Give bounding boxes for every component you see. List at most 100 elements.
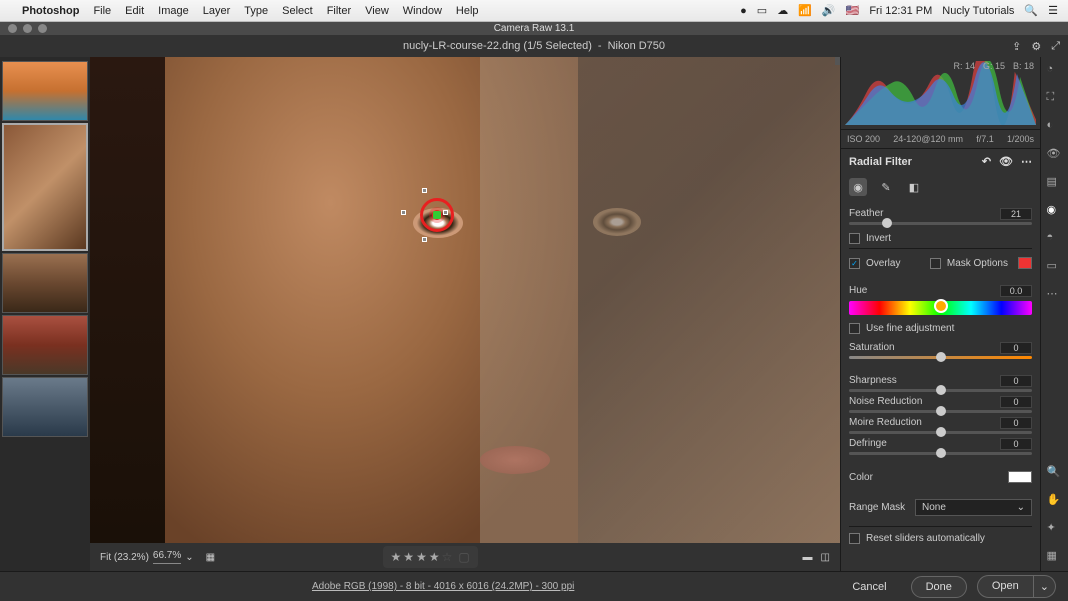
defringe-slider[interactable]: Defringe	[849, 438, 1032, 455]
mask-color-swatch[interactable]	[1018, 257, 1032, 269]
radial-tool-icon[interactable]: ◉	[849, 178, 867, 196]
more-tools-icon[interactable]: ⋯	[1047, 287, 1063, 303]
fine-adj-checkbox[interactable]	[849, 323, 860, 334]
menu-image[interactable]: Image	[158, 5, 189, 17]
menu-type[interactable]: Type	[244, 5, 268, 17]
thumb-4[interactable]	[2, 315, 88, 375]
app-name[interactable]: Photoshop	[22, 5, 79, 17]
moire-value[interactable]	[1000, 417, 1032, 429]
volume-icon[interactable]: 🔊	[822, 4, 836, 17]
edit-panel-icon[interactable]: ◔	[1047, 63, 1063, 79]
linear-gradient-icon[interactable]: ▤	[1047, 175, 1063, 191]
sampler-icon[interactable]: ✦	[1047, 521, 1063, 537]
crop-tool-icon[interactable]: ⛶	[1047, 91, 1063, 107]
grid-tool-icon[interactable]: ▦	[1047, 549, 1063, 565]
menu-window[interactable]: Window	[403, 5, 442, 17]
saturation-slider[interactable]: Saturation	[849, 342, 1032, 359]
fullscreen-icon[interactable]: ⤢	[1051, 40, 1060, 53]
radial-handle-s[interactable]	[422, 237, 427, 242]
user-name[interactable]: Nucly Tutorials	[942, 5, 1014, 17]
fit-button[interactable]: Fit (23.2%)	[100, 552, 149, 563]
zoom-tool-icon[interactable]: 🔍	[1047, 465, 1063, 481]
wifi-icon[interactable]: 📶	[798, 4, 812, 17]
hue-value[interactable]	[1000, 285, 1032, 297]
presets-icon[interactable]: ▭	[1047, 259, 1063, 275]
gear-icon[interactable]: ⚙	[1031, 40, 1041, 53]
compare-view-icon[interactable]: ◫	[821, 552, 830, 563]
menu-help[interactable]: Help	[456, 5, 479, 17]
upload-icon[interactable]: ⇪	[1012, 40, 1021, 53]
more-icon[interactable]: ⋯	[1021, 155, 1032, 168]
thumb-3[interactable]	[2, 253, 88, 313]
radial-filter-pin[interactable]	[420, 198, 454, 232]
saturation-value[interactable]	[1000, 342, 1032, 354]
brush-tool-icon[interactable]: ✎	[877, 178, 895, 196]
zoom-level[interactable]: 66.7%	[153, 550, 181, 564]
open-dropdown-icon[interactable]: ⌄	[1034, 575, 1056, 598]
feather-value[interactable]	[1000, 208, 1032, 220]
open-button[interactable]: Open	[977, 575, 1034, 598]
star-1[interactable]: ★	[391, 550, 402, 564]
feather-slider[interactable]: Feather	[849, 208, 1032, 225]
menu-view[interactable]: View	[365, 5, 389, 17]
cancel-button[interactable]: Cancel	[838, 577, 900, 597]
grid-icon[interactable]: ▦	[206, 552, 215, 563]
defringe-value[interactable]	[1000, 438, 1032, 450]
exif-shutter: 1/200s	[1007, 134, 1034, 144]
color-label-icon[interactable]: ▢	[458, 550, 469, 564]
star-2[interactable]: ★	[403, 550, 414, 564]
radial-handle-e[interactable]	[443, 210, 448, 215]
sharpness-slider[interactable]: Sharpness	[849, 375, 1032, 392]
hue-slider[interactable]	[849, 301, 1032, 315]
spot-removal-icon[interactable]: ◐	[1047, 119, 1063, 135]
flag-icon[interactable]: 🇺🇸	[846, 4, 860, 17]
done-button[interactable]: Done	[911, 576, 967, 598]
minimize-dot[interactable]	[23, 24, 32, 33]
redeye-icon[interactable]: ◓	[1047, 231, 1063, 247]
overlay-checkbox[interactable]	[849, 258, 860, 269]
menu-filter[interactable]: Filter	[327, 5, 351, 17]
filmstrip[interactable]	[0, 57, 90, 571]
radial-handle-n[interactable]	[422, 188, 427, 193]
eye-tool-icon[interactable]: 👁	[1047, 147, 1063, 163]
cloud-icon[interactable]: ☁	[777, 4, 788, 17]
visibility-icon[interactable]: 👁	[999, 155, 1013, 168]
thumb-5[interactable]	[2, 377, 88, 437]
eraser-tool-icon[interactable]: ◧	[905, 178, 923, 196]
star-5[interactable]: ☆	[442, 550, 453, 564]
close-dot[interactable]	[8, 24, 17, 33]
mask-options-checkbox[interactable]	[930, 258, 941, 269]
spotlight-icon[interactable]: 🔍	[1024, 4, 1038, 17]
sharpness-value[interactable]	[1000, 375, 1032, 387]
reset-sliders-checkbox[interactable]	[849, 533, 860, 544]
undo-icon[interactable]: ↶	[982, 155, 991, 168]
single-view-icon[interactable]: ▬	[803, 552, 813, 563]
image-canvas[interactable]	[90, 57, 840, 543]
range-mask-dropdown[interactable]: None⌄	[915, 499, 1032, 516]
menu-file[interactable]: File	[93, 5, 111, 17]
thumb-2[interactable]	[2, 123, 88, 251]
histogram[interactable]: R: 14 G: 15 B: 18	[841, 57, 1040, 129]
noise-slider[interactable]: Noise Reduction	[849, 396, 1032, 413]
hand-tool-icon[interactable]: ✋	[1047, 493, 1063, 509]
radial-gradient-icon[interactable]: ◉	[1047, 203, 1063, 219]
menu-select[interactable]: Select	[282, 5, 313, 17]
screen-icon[interactable]: ▭	[757, 4, 767, 17]
zoom-dropdown-icon[interactable]: ⌄	[185, 552, 193, 563]
zoom-dot[interactable]	[38, 24, 47, 33]
invert-checkbox[interactable]	[849, 233, 860, 244]
menu-edit[interactable]: Edit	[125, 5, 144, 17]
radial-handle-w[interactable]	[401, 210, 406, 215]
star-3[interactable]: ★	[416, 550, 427, 564]
star-4[interactable]: ★	[429, 550, 440, 564]
clock[interactable]: Fri 12:31 PM	[869, 5, 932, 17]
color-picker-swatch[interactable]	[1008, 471, 1032, 483]
thumb-1[interactable]	[2, 61, 88, 121]
record-icon[interactable]: ●	[740, 5, 747, 17]
menu-icon[interactable]: ☰	[1048, 4, 1058, 17]
rating-stars[interactable]: ★ ★ ★ ★ ☆ ▢	[383, 546, 478, 568]
moire-slider[interactable]: Moire Reduction	[849, 417, 1032, 434]
profile-link[interactable]: Adobe RGB (1998) - 8 bit - 4016 x 6016 (…	[312, 581, 574, 592]
menu-layer[interactable]: Layer	[203, 5, 231, 17]
noise-value[interactable]	[1000, 396, 1032, 408]
